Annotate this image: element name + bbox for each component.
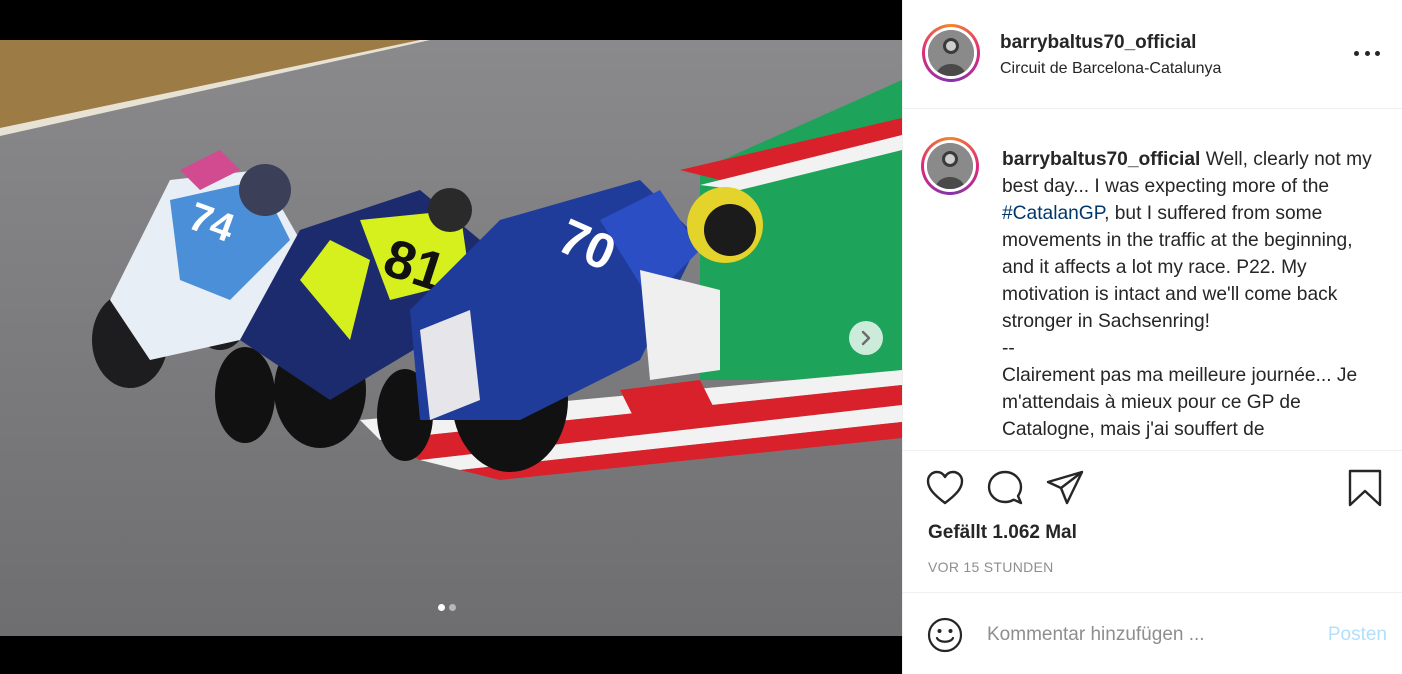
post-caption: barrybaltus70_official Well, clearly not…: [1002, 146, 1372, 443]
comment-bar: Posten: [903, 594, 1402, 674]
caption-username[interactable]: barrybaltus70_official: [1002, 149, 1200, 170]
caption-text-continued: , but I suffered from some movements in …: [1002, 203, 1358, 440]
emoji-smiley-icon[interactable]: [927, 617, 963, 653]
chevron-right-icon: [861, 330, 871, 346]
carousel-dot-active: [438, 604, 445, 611]
comment-bubble-icon[interactable]: [985, 469, 1025, 507]
comment-input[interactable]: [987, 618, 1307, 652]
caption-area: barrybaltus70_official Well, clearly not…: [903, 110, 1402, 450]
avatar-image: [927, 143, 973, 189]
post-media: 74 81 70: [0, 0, 902, 674]
race-photo-illustration: 74 81 70: [0, 40, 902, 636]
paper-plane-icon[interactable]: [1045, 469, 1085, 507]
avatar[interactable]: [922, 24, 980, 82]
carousel-indicator: [438, 604, 456, 611]
post-comment-button[interactable]: Posten: [1328, 624, 1387, 646]
bookmark-icon[interactable]: [1347, 469, 1383, 507]
header-location[interactable]: Circuit de Barcelona-Catalunya: [1000, 60, 1221, 78]
post-photo[interactable]: 74 81 70: [0, 40, 902, 636]
post-side-panel: barrybaltus70_official Circuit de Barcel…: [902, 0, 1402, 674]
likes-count[interactable]: Gefällt 1.062 Mal: [928, 522, 1077, 544]
header-username[interactable]: barrybaltus70_official: [1000, 32, 1196, 54]
carousel-dot: [449, 604, 456, 611]
post-actions: Gefällt 1.062 Mal VOR 15 STUNDEN: [903, 450, 1402, 593]
hashtag-link[interactable]: #CatalanGP: [1002, 203, 1104, 224]
post-timestamp[interactable]: VOR 15 STUNDEN: [928, 559, 1054, 575]
carousel-next-button[interactable]: [849, 321, 883, 355]
caption-avatar[interactable]: [921, 137, 979, 195]
more-options-icon[interactable]: [1354, 43, 1380, 63]
heart-icon[interactable]: [925, 469, 965, 507]
post-header: barrybaltus70_official Circuit de Barcel…: [903, 0, 1402, 109]
avatar-image: [928, 30, 974, 76]
